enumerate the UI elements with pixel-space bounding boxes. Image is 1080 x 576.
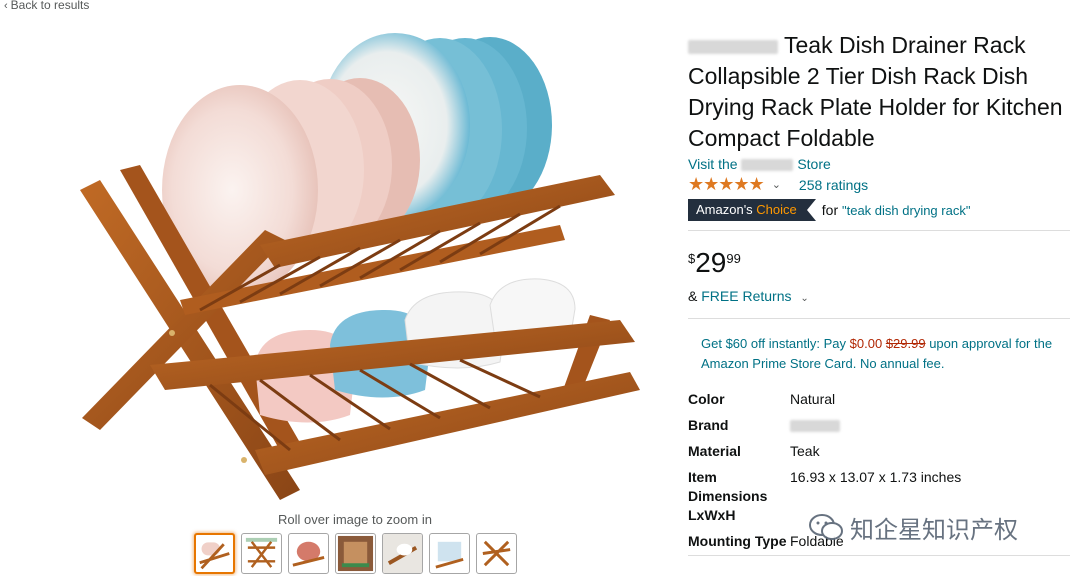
badge-part1: Amazon's — [696, 202, 753, 217]
thumbnail-5[interactable] — [382, 533, 423, 574]
thumbnail-3[interactable] — [288, 533, 329, 574]
spec-value: Teak — [790, 443, 820, 459]
spec-key: Mounting Type — [688, 533, 787, 549]
chevron-left-icon: ‹ — [4, 0, 8, 12]
badge-part2: Choice — [756, 202, 797, 217]
returns-prefix: & — [688, 288, 698, 304]
spec-value-redacted — [790, 416, 1050, 435]
price-symbol: $ — [688, 251, 696, 266]
store-suffix: Store — [797, 156, 831, 172]
product-title: Teak Dish Drainer Rack Collapsible 2 Tie… — [688, 30, 1068, 154]
promo-old-price: $29.99 — [885, 336, 926, 351]
price-whole: 29 — [695, 247, 727, 278]
thumbnail-7[interactable] — [476, 533, 517, 574]
promo-pay-price: $0.00 — [849, 336, 883, 351]
badge-query: "teak dish drying rack" — [842, 203, 971, 218]
price-fraction: 99 — [726, 251, 741, 266]
thumbnail-4[interactable] — [335, 533, 376, 574]
rating-row: ★★★★★ ⌄ 258 ratings — [688, 174, 868, 195]
visit-store-link[interactable]: Visit the Store — [688, 156, 831, 172]
brand-value-redacted — [790, 420, 840, 433]
brand-redacted — [688, 39, 778, 54]
free-returns-link[interactable]: FREE Returns — [701, 288, 791, 304]
thumbnail-2[interactable] — [241, 533, 282, 574]
product-main-image[interactable] — [60, 20, 660, 515]
badge-for: for — [821, 202, 839, 218]
product-info: Teak Dish Drainer Rack Collapsible 2 Tie… — [688, 30, 1068, 154]
store-name-redacted — [741, 159, 794, 172]
spec-row: Brand — [688, 416, 1050, 435]
spec-key: Item Dimensions LxWxH — [688, 469, 768, 523]
wechat-icon — [809, 513, 843, 540]
watermark: 知企星知识产权 — [808, 510, 1018, 545]
zoom-hint: Roll over image to zoom in — [278, 512, 432, 527]
spec-key: Material — [688, 443, 741, 459]
promo-text1: Get $60 off instantly: Pay — [701, 336, 847, 351]
ratings-count-link[interactable]: 258 ratings — [799, 177, 868, 193]
back-label: Back to results — [10, 0, 90, 12]
divider — [688, 555, 1070, 556]
price: $ 29 99 — [688, 248, 741, 278]
divider — [688, 230, 1070, 231]
thumbnail-6[interactable] — [429, 533, 470, 574]
spec-key: Color — [688, 391, 725, 407]
badge-label: Amazon's Choice — [688, 199, 807, 221]
badge-tail — [806, 199, 816, 221]
spec-value: Natural — [790, 391, 836, 407]
free-returns: & FREE Returns ⌄ — [688, 288, 809, 304]
spec-row: Color Natural — [688, 390, 1050, 409]
store-prefix: Visit the — [688, 156, 738, 172]
badge-for-text: for "teak dish drying rack" — [822, 202, 971, 218]
card-promo[interactable]: Get $60 off instantly: Pay $0.00 $29.99 … — [701, 334, 1066, 374]
chevron-down-icon[interactable]: ⌄ — [800, 293, 808, 304]
spec-key: Brand — [688, 417, 729, 433]
watermark-text: 知企星知识产权 — [850, 517, 1018, 544]
amazons-choice-badge[interactable]: Amazon's Choice for "teak dish drying ra… — [688, 199, 970, 221]
chevron-down-icon[interactable]: ⌄ — [772, 178, 781, 191]
back-to-results-link[interactable]: ‹ Back to results — [4, 0, 89, 12]
spec-row: Material Teak — [688, 442, 1050, 461]
thumbnail-strip — [194, 533, 517, 574]
divider — [688, 318, 1070, 319]
thumbnail-1[interactable] — [194, 533, 235, 574]
star-rating-icon[interactable]: ★★★★★ — [688, 174, 765, 195]
